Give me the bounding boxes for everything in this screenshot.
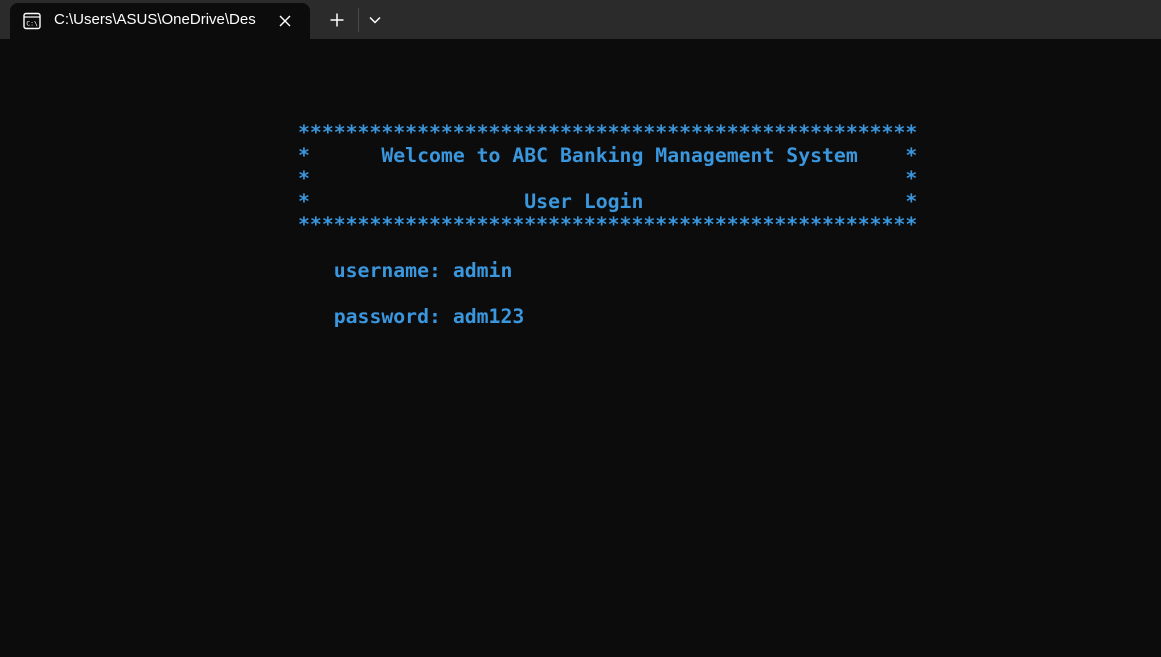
terminal-output[interactable]: ****************************************… xyxy=(0,39,1161,657)
chevron-down-icon[interactable] xyxy=(362,6,388,34)
svg-text:C:\: C:\ xyxy=(26,20,38,28)
banner-border-bottom: ****************************************… xyxy=(298,213,918,236)
username-line: username: admin xyxy=(298,259,513,282)
password-line: password: adm123 xyxy=(298,305,525,328)
tab-title: C:\Users\ASUS\OneDrive\Des xyxy=(54,11,256,28)
plus-icon[interactable] xyxy=(322,6,352,34)
title-bar: C:\ C:\Users\ASUS\OneDrive\Des xyxy=(0,0,1161,39)
banner-login-line: * User Login * xyxy=(298,190,918,213)
terminal-tab[interactable]: C:\ C:\Users\ASUS\OneDrive\Des xyxy=(10,3,310,39)
banner-blank-line: * * xyxy=(298,167,918,190)
close-icon[interactable] xyxy=(275,11,295,31)
tab-separator xyxy=(358,8,359,32)
banner-border-top: ****************************************… xyxy=(298,121,918,144)
banner-welcome-line: * Welcome to ABC Banking Management Syst… xyxy=(298,144,918,167)
terminal-icon: C:\ xyxy=(23,12,41,30)
